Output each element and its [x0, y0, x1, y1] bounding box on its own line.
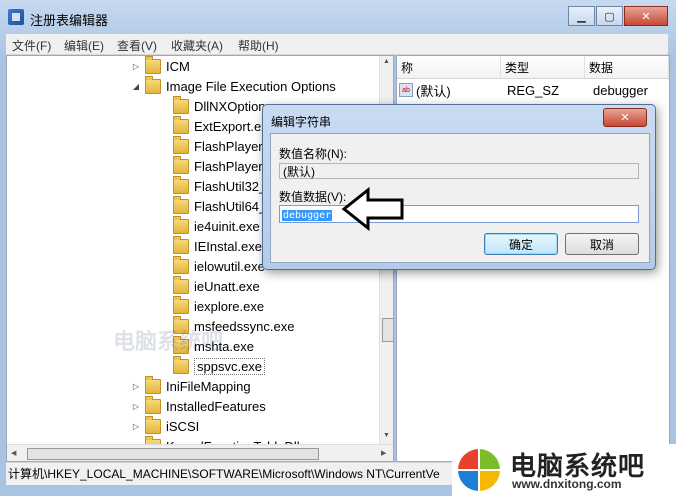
folder-icon — [145, 75, 161, 94]
tree-item[interactable]: ie4uinit.exe — [159, 215, 260, 236]
menu-help[interactable]: 帮助(H) — [238, 37, 279, 54]
folder-icon — [173, 115, 189, 134]
value-data-text: debugger — [282, 210, 333, 221]
folder-icon — [173, 155, 189, 174]
tree-item[interactable]: FlashPlayerAp — [159, 135, 279, 156]
tree-item[interactable]: ExtExport.exe — [159, 115, 275, 136]
folder-icon — [173, 275, 189, 294]
tree-item-label: IniFileMapping — [166, 378, 251, 394]
tree-item-label: InstalledFeatures — [166, 398, 266, 414]
watermark-url: www.dnxitong.com — [512, 477, 622, 491]
folder-icon — [173, 215, 189, 234]
tree-item[interactable]: ieUnatt.exe — [159, 275, 260, 296]
folder-icon — [173, 235, 189, 254]
watermark-logo: 电脑系统吧 www.dnxitong.com — [452, 444, 676, 496]
tree-item[interactable]: ▷ ICM — [131, 56, 190, 76]
tree-item-label: sppsvc.exe — [194, 357, 266, 375]
tree-item[interactable]: ielowutil.exe — [159, 255, 265, 276]
tree-item[interactable]: ◢ Image File Execution Options — [131, 75, 336, 96]
value-data-input[interactable]: debugger — [279, 205, 639, 223]
minimize-button[interactable]: ▁ — [568, 6, 595, 26]
expand-toggle-icon[interactable]: ▷ — [131, 382, 141, 391]
folder-icon — [173, 355, 189, 374]
ok-button[interactable]: 确定 — [484, 233, 558, 255]
folder-icon — [145, 56, 161, 74]
tree-item-label: Image File Execution Options — [166, 78, 336, 94]
column-name[interactable]: 称 — [397, 56, 501, 78]
scroll-right-icon[interactable]: ▶ — [381, 449, 386, 457]
value-name-field: (默认) — [279, 163, 639, 179]
tree-item[interactable]: sppsvc.exe — [159, 355, 266, 376]
edit-string-dialog: 编辑字符串 ✕ 数值名称(N): (默认) 数值数据(V): debugger … — [262, 104, 656, 270]
tree-item-label: ie4uinit.exe — [194, 218, 260, 234]
tree-item[interactable]: ▷ InstalledFeatures — [131, 395, 266, 416]
scroll-down-icon[interactable]: ▼ — [383, 432, 390, 439]
windows-logo-icon — [458, 449, 500, 491]
dialog-title: 编辑字符串 — [271, 115, 332, 129]
value-data-label: 数值数据(V): — [279, 190, 347, 204]
value-name: (默认) — [416, 83, 451, 99]
tree-item[interactable]: iexplore.exe — [159, 295, 265, 316]
expand-toggle-icon[interactable]: ▷ — [131, 422, 141, 431]
folder-icon — [173, 195, 189, 214]
value-data: debugger — [593, 82, 648, 98]
dialog-close-button[interactable]: ✕ — [603, 108, 647, 127]
folder-icon — [173, 295, 189, 314]
tree-item-label: ICM — [166, 58, 190, 74]
menu-edit[interactable]: 编辑(E) — [64, 37, 104, 54]
tree-item-label: iexplore.exe — [194, 298, 265, 314]
folder-icon — [173, 175, 189, 194]
expand-toggle-icon[interactable]: ▷ — [131, 62, 141, 71]
tree-item[interactable]: DllNXOptions — [159, 95, 273, 116]
folder-icon — [145, 375, 161, 394]
title-bar: 注册表编辑器 ▁ ▢ ✕ — [0, 0, 676, 34]
folder-icon — [145, 395, 161, 414]
caption-buttons: ▁ ▢ ✕ — [568, 6, 668, 26]
column-type[interactable]: 类型 — [501, 56, 585, 78]
scroll-up-icon[interactable]: ▲ — [383, 58, 390, 65]
tree-item[interactable]: ▷ IniFileMapping — [131, 375, 251, 396]
value-type: REG_SZ — [507, 82, 560, 98]
menu-bar: 文件(F) 编辑(E) 查看(V) 收藏夹(A) 帮助(H) — [6, 34, 668, 55]
maximize-button[interactable]: ▢ — [596, 6, 623, 26]
menu-view[interactable]: 查看(V) — [117, 37, 157, 54]
tree-vertical-thumb[interactable] — [382, 318, 393, 342]
menu-favorites[interactable]: 收藏夹(A) — [171, 37, 223, 54]
tree-item-label: DllNXOptions — [194, 98, 273, 114]
tree-item-label: ieUnatt.exe — [194, 278, 260, 294]
folder-icon — [145, 415, 161, 434]
close-button[interactable]: ✕ — [624, 6, 668, 26]
faint-watermark: 电脑系统吧 — [113, 329, 224, 354]
tree-item-label: iSCSI — [166, 418, 200, 434]
column-data[interactable]: 数据 — [585, 56, 669, 78]
folder-icon — [173, 135, 189, 154]
value-row[interactable]: ab (默认) — [399, 80, 451, 100]
dialog-body: 数值名称(N): (默认) 数值数据(V): debugger 确定 取消 — [270, 133, 650, 263]
pointer-arrow-icon — [341, 186, 404, 232]
expand-toggle-icon[interactable]: ◢ — [131, 82, 141, 91]
tree-item-label: IEInstal.exe — [194, 238, 262, 254]
tree-item[interactable]: ▷ iSCSI — [131, 415, 200, 436]
value-name-label: 数值名称(N): — [279, 147, 347, 161]
cancel-button[interactable]: 取消 — [565, 233, 639, 255]
menu-file[interactable]: 文件(F) — [12, 37, 51, 54]
expand-toggle-icon[interactable]: ▷ — [131, 402, 141, 411]
tree-item-label: ielowutil.exe — [194, 258, 265, 274]
tree-horizontal-thumb[interactable] — [27, 448, 319, 460]
folder-icon — [173, 95, 189, 114]
regedit-icon — [8, 9, 24, 25]
window-title: 注册表编辑器 — [30, 13, 109, 28]
tree-item[interactable]: IEInstal.exe — [159, 235, 262, 256]
string-value-icon: ab — [399, 83, 413, 97]
folder-icon — [173, 255, 189, 274]
tree-horizontal-scrollbar[interactable]: ◀ ▶ — [7, 444, 393, 461]
scroll-left-icon[interactable]: ◀ — [11, 449, 16, 457]
